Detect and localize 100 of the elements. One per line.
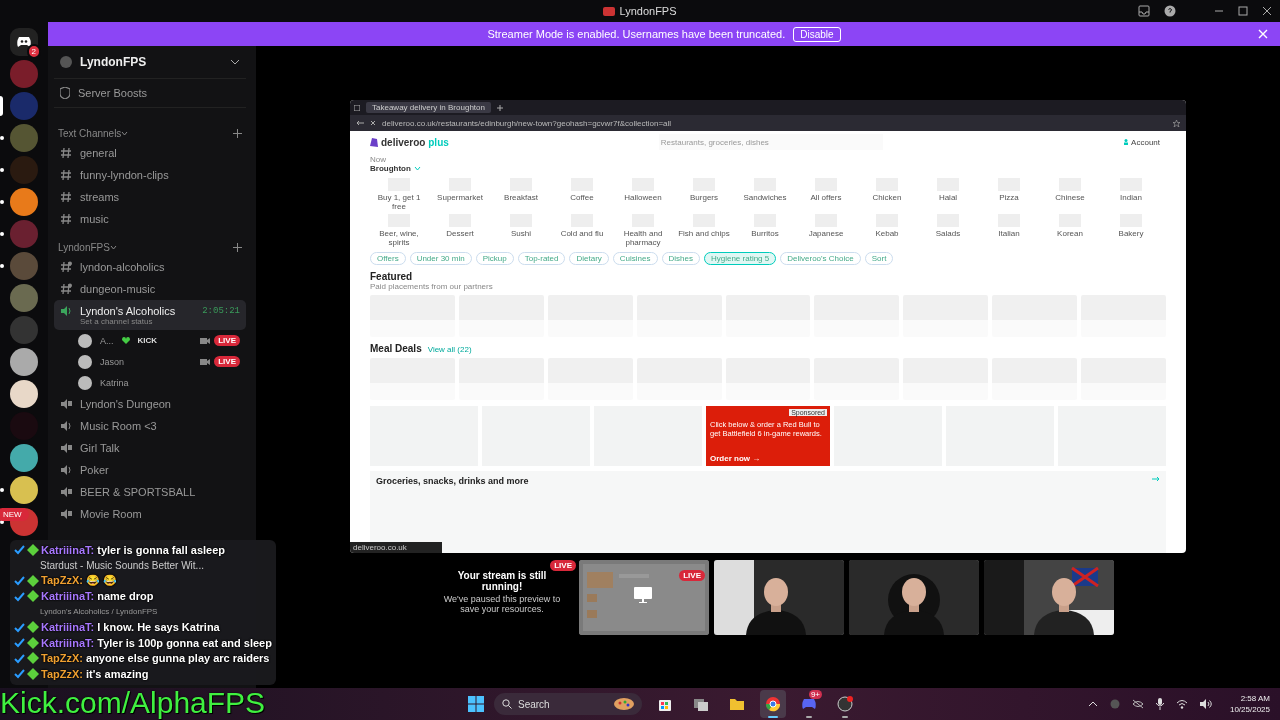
new-tab-icon[interactable]	[496, 104, 503, 111]
server-icon[interactable]	[10, 476, 38, 504]
check-icon	[14, 652, 25, 664]
section-subtitle: Paid placements from our partners	[370, 282, 494, 291]
category-button[interactable]: Supermarket	[431, 178, 489, 211]
category-button[interactable]: Chicken	[858, 178, 916, 211]
category-button[interactable]: Salads	[919, 214, 977, 247]
eye-off-icon[interactable]	[1131, 699, 1144, 709]
member-name[interactable]: Katrina	[100, 377, 129, 388]
disable-button[interactable]: Disable	[793, 26, 841, 42]
microphone-icon[interactable]	[1155, 698, 1164, 710]
voice-channel-item[interactable]: BEER & SPORTSBALL	[54, 481, 246, 503]
site-logo[interactable]: deliveroo plus	[381, 136, 449, 148]
search-field[interactable]: Restaurants, groceries, dishes	[658, 134, 883, 150]
category-button[interactable]: Bakery	[1102, 214, 1160, 247]
category-button[interactable]: Korean	[1041, 214, 1099, 247]
member-name[interactable]: Jason	[100, 356, 125, 367]
check-icon	[14, 590, 25, 602]
category-button[interactable]: Burritos	[736, 214, 794, 247]
taskbar-app[interactable]	[760, 690, 786, 718]
text-channel-item[interactable]: streams	[54, 186, 246, 208]
taskbar-app[interactable]: 9+	[796, 690, 822, 718]
home-button[interactable]	[10, 28, 38, 56]
member-tag: KICK	[137, 336, 158, 345]
text-channel-item[interactable]: music	[54, 208, 246, 230]
selected-indicator	[0, 96, 3, 116]
text-channel-item[interactable]: funny-lyndon-clips	[54, 164, 246, 186]
clock-date[interactable]: 10/25/2025	[1229, 705, 1270, 714]
member-name[interactable]: A...	[100, 335, 114, 346]
speaker-icon[interactable]	[1199, 699, 1212, 709]
close-icon[interactable]	[1262, 6, 1272, 16]
text-channel-item[interactable]: general	[54, 142, 246, 164]
category-button[interactable]: Health and pharmacy	[614, 214, 672, 247]
category-header[interactable]: Text Channels	[58, 127, 122, 139]
voice-channel-item[interactable]: Lyndon's Dungeon	[54, 393, 246, 415]
category-button[interactable]: Chinese	[1041, 178, 1099, 211]
category-button[interactable]: Halloween	[614, 178, 672, 211]
server-icon[interactable]	[10, 380, 38, 408]
voice-channel-item[interactable]: Lyndon's Alcoholics 2:05:21 Set a channel status	[54, 300, 246, 330]
clock-time[interactable]: 2:58 AM	[1240, 694, 1270, 703]
search-field[interactable]: Search	[494, 693, 642, 715]
browser-icon	[765, 696, 781, 712]
server-icon[interactable]	[10, 444, 38, 472]
category-button[interactable]: All offers	[797, 178, 855, 211]
voice-channel-item[interactable]: Poker	[54, 459, 246, 481]
category-button[interactable]: Pizza	[980, 178, 1038, 211]
category-button[interactable]: Dessert	[431, 214, 489, 247]
category-button[interactable]: Sushi	[492, 214, 550, 247]
back-icon[interactable]	[356, 120, 364, 126]
hashtag-icon	[60, 191, 72, 203]
banner-message: Streamer Mode is enabled. Usernames have been truncated.	[487, 28, 786, 40]
shield-icon	[60, 87, 70, 99]
plus-icon[interactable]	[233, 128, 242, 138]
chat-message: TapZzX: 😂 😂	[41, 574, 118, 588]
unread-dot	[0, 200, 4, 204]
account-button[interactable]: Account	[1118, 136, 1166, 148]
server-icon[interactable]	[10, 188, 38, 216]
category-button[interactable]: Burgers	[675, 178, 733, 211]
server-boosts-item[interactable]: Server Boosts	[54, 79, 246, 108]
category-button[interactable]: Buy 1, get 1 free	[370, 178, 428, 211]
maximize-icon[interactable]	[1238, 6, 1248, 16]
game-controller-icon	[16, 36, 32, 48]
star-icon[interactable]	[1173, 119, 1180, 127]
chat-message: KatriiinaT: I know. He says Katrina	[41, 621, 220, 634]
server-icon[interactable]	[10, 348, 38, 376]
category-button[interactable]: Beer, wine, spirits	[370, 214, 428, 247]
text-channel-item[interactable]: dungeon-music	[54, 278, 246, 300]
inbox-icon[interactable]	[1138, 5, 1150, 17]
stop-icon[interactable]	[370, 120, 376, 126]
browser-tab[interactable]: Takeaway delivery in Broughton	[366, 102, 491, 113]
chevron-down-icon	[121, 130, 129, 136]
server-name[interactable]: LyndonFPS	[80, 55, 147, 69]
voice-channel-item[interactable]: Movie Room	[54, 503, 246, 525]
category-button[interactable]: Italian	[980, 214, 1038, 247]
live-badge: LIVE	[214, 335, 240, 346]
order-now-link[interactable]: Order now →	[710, 454, 826, 463]
plus-icon[interactable]	[233, 242, 242, 252]
category-button[interactable]: Kebab	[858, 214, 916, 247]
category-button[interactable]: Japanese	[797, 214, 855, 247]
category-button[interactable]: Coffee	[553, 178, 611, 211]
category-button[interactable]: Indian	[1102, 178, 1160, 211]
voice-channel-item[interactable]: Music Room <3	[54, 415, 246, 437]
chevron-up-icon[interactable]	[1087, 701, 1098, 707]
category-button[interactable]: Fish and chips	[675, 214, 733, 247]
speaker-icon	[60, 486, 72, 498]
category-header[interactable]: LyndonFPS	[58, 241, 110, 253]
category-button[interactable]: Breakfast	[492, 178, 550, 211]
windows-icon[interactable]	[468, 696, 484, 712]
location-selector[interactable]: Broughton	[370, 164, 411, 173]
call-timer: 2:05:21	[202, 305, 240, 316]
voice-channel-item[interactable]: Girl Talk	[54, 437, 246, 459]
wifi-icon[interactable]	[1175, 699, 1188, 709]
category-button[interactable]: Halal	[919, 178, 977, 211]
text-channel-item[interactable]: lyndon-alcoholics	[54, 256, 246, 278]
help-icon[interactable]	[1164, 5, 1176, 17]
check-icon	[14, 637, 25, 649]
folder-icon	[729, 696, 745, 712]
category-button[interactable]: Cold and flu	[553, 214, 611, 247]
category-button[interactable]: Sandwiches	[736, 178, 794, 211]
chevron-down-icon[interactable]	[230, 59, 240, 65]
